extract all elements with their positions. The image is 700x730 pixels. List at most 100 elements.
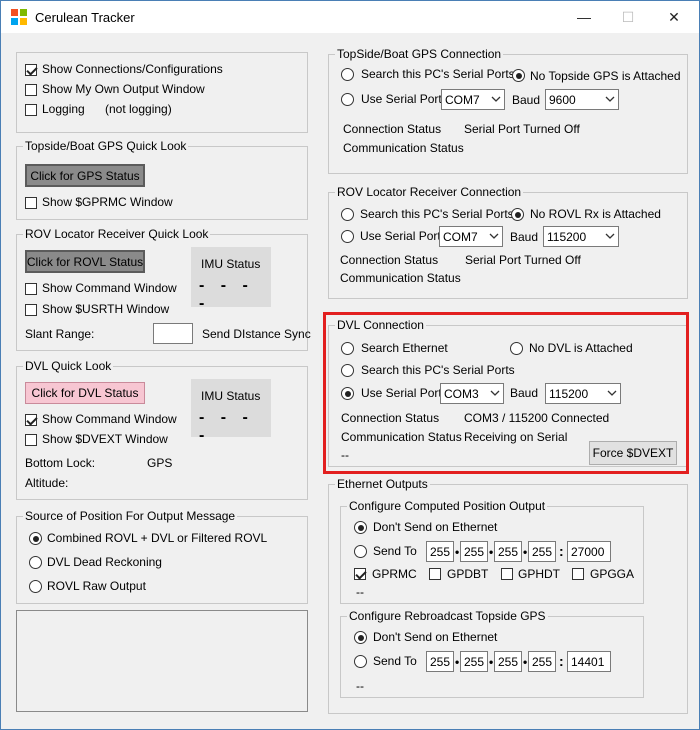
send-distance-sync-label[interactable]: Send DIstance Sync	[202, 327, 311, 341]
rebroadcast-port-field[interactable]: 14401	[567, 651, 611, 672]
rovl-connection-status-value: Serial Port Turned Off	[465, 253, 581, 267]
gps-port-select[interactable]: COM7	[441, 89, 505, 110]
rebroadcast-ip-octet-3[interactable]: 255	[494, 651, 522, 672]
rovl-connection-group: ROV Locator Receiver Connection Search t…	[328, 185, 688, 299]
gpdbt-label: GPDBT	[447, 567, 489, 581]
computed-port-field[interactable]: 27000	[567, 541, 611, 562]
gps-communication-status-label: Communication Status	[343, 141, 464, 155]
rebroadcast-ip-octet-4[interactable]: 255	[528, 651, 556, 672]
ip-separator: •	[523, 545, 528, 559]
port-separator: :	[559, 543, 564, 559]
rovl-none-radio[interactable]	[511, 208, 524, 221]
gps-none-label: No Topside GPS is Attached	[530, 69, 681, 83]
gps-none-radio[interactable]	[512, 69, 525, 82]
rovl-show-command-label: Show Command Window	[42, 281, 177, 295]
gps-baud-label: Baud	[512, 93, 541, 107]
dvl-show-command-checkbox[interactable]	[25, 414, 37, 426]
ip-separator: •	[455, 655, 460, 669]
app-window: Cerulean Tracker — ☐ ✕ Show Connections/…	[0, 0, 700, 730]
output-text-area[interactable]	[16, 610, 308, 712]
gprmc-checkbox[interactable]	[354, 568, 366, 580]
rovl-connection-status-label: Connection Status	[340, 253, 439, 267]
rovl-baud-select[interactable]: 115200	[543, 226, 619, 247]
title-bar: Cerulean Tracker — ☐ ✕	[1, 1, 699, 33]
rebroadcast-ip-octet-1[interactable]: 255	[426, 651, 454, 672]
rovl-quick-look-group: ROV Locator Receiver Quick Look Click fo…	[16, 227, 311, 351]
dvl-connection-highlight	[323, 312, 689, 474]
rebroadcast-gps-group: Configure Rebroadcast Topside GPS Don't …	[340, 609, 644, 698]
rovl-use-port-radio[interactable]	[341, 230, 354, 243]
gps-baud-select[interactable]: 9600	[545, 89, 619, 110]
computed-dont-send-label: Don't Send on Ethernet	[373, 520, 498, 534]
rebroadcast-send-to-radio[interactable]	[354, 655, 367, 668]
show-gprmc-checkbox[interactable]	[25, 197, 37, 209]
gps-use-port-radio[interactable]	[341, 93, 354, 106]
rovl-imu-panel: IMU Status - - - -	[191, 247, 271, 312]
show-output-window-label: Show My Own Output Window	[42, 82, 205, 96]
position-source-option-combined: Combined ROVL + DVL or Filtered ROVL	[47, 531, 268, 545]
rebroadcast-dont-send-radio[interactable]	[354, 631, 367, 644]
gps-quick-look-group: Topside/Boat GPS Quick Look Click for GP…	[16, 139, 308, 220]
rovl-port-select[interactable]: COM7	[439, 226, 503, 247]
dvl-status-button[interactable]: Click for DVL Status	[25, 382, 145, 404]
chevron-down-icon	[605, 233, 615, 239]
gps-search-label: Search this PC's Serial Ports	[361, 67, 515, 81]
dvl-show-command-label: Show Command Window	[42, 412, 177, 426]
show-dvext-label: Show $DVEXT Window	[42, 432, 168, 446]
show-output-window-checkbox[interactable]	[25, 84, 37, 96]
position-source-title: Source of Position For Output Message	[23, 509, 238, 523]
gphdt-checkbox[interactable]	[501, 568, 513, 580]
dvl-imu-panel: IMU Status - - - -	[191, 379, 271, 444]
gpgga-label: GPGGA	[590, 567, 635, 581]
computed-send-to-label: Send To	[373, 544, 417, 558]
position-source-radio-combined[interactable]	[29, 532, 42, 545]
computed-ip-octet-3[interactable]: 255	[494, 541, 522, 562]
chevron-down-icon	[491, 96, 501, 102]
altitude-label: Altitude:	[25, 476, 69, 490]
maximize-button[interactable]: ☐	[605, 1, 651, 33]
gpdbt-checkbox[interactable]	[429, 568, 441, 580]
minimize-button[interactable]: —	[561, 1, 607, 33]
logging-status: (not logging)	[105, 102, 172, 116]
computed-dont-send-radio[interactable]	[354, 521, 367, 534]
computed-ip-octet-1[interactable]: 255	[426, 541, 454, 562]
computed-ip-octet-4[interactable]: 255	[528, 541, 556, 562]
ip-separator: •	[455, 545, 460, 559]
dvl-quick-look-group: DVL Quick Look Click for DVL Status IMU …	[16, 359, 308, 500]
gps-status-button[interactable]: Click for GPS Status	[25, 164, 145, 187]
logging-checkbox[interactable]	[25, 104, 37, 116]
position-source-group: Source of Position For Output Message Co…	[16, 509, 308, 604]
gps-connection-status-label: Connection Status	[343, 122, 442, 136]
rovl-use-port-label: Use Serial Port	[360, 229, 441, 243]
dvl-quick-look-title: DVL Quick Look	[23, 359, 114, 373]
minimize-icon: —	[577, 9, 591, 25]
rovl-connection-title: ROV Locator Receiver Connection	[335, 185, 524, 199]
computed-output-group: Configure Computed Position Output Don't…	[340, 499, 644, 604]
dvl-imu-value: - - - -	[199, 409, 254, 444]
show-usrth-checkbox[interactable]	[25, 304, 37, 316]
maximize-icon: ☐	[621, 8, 635, 25]
computed-send-to-radio[interactable]	[354, 545, 367, 558]
rebroadcast-ip-octet-2[interactable]: 255	[460, 651, 488, 672]
show-gprmc-label: Show $GPRMC Window	[42, 195, 173, 209]
computed-output-title: Configure Computed Position Output	[347, 499, 548, 513]
rovl-show-command-checkbox[interactable]	[25, 283, 37, 295]
show-dvext-checkbox[interactable]	[25, 434, 37, 446]
gps-search-radio[interactable]	[341, 68, 354, 81]
ethernet-outputs-title: Ethernet Outputs	[335, 477, 430, 491]
rovl-status-button[interactable]: Click for ROVL Status	[25, 250, 145, 273]
ethernet-outputs-group: Ethernet Outputs Configure Computed Posi…	[328, 477, 688, 714]
window-title: Cerulean Tracker	[35, 10, 135, 25]
gpgga-checkbox[interactable]	[572, 568, 584, 580]
slant-range-label: Slant Range:	[25, 327, 95, 341]
position-source-radio-dvl[interactable]	[29, 556, 42, 569]
rovl-none-label: No ROVL Rx is Attached	[530, 207, 661, 221]
computed-ip-octet-2[interactable]: 255	[460, 541, 488, 562]
rovl-imu-label: IMU Status	[201, 257, 261, 271]
close-button[interactable]: ✕	[651, 1, 697, 33]
slant-range-field[interactable]	[153, 323, 193, 344]
ip-separator: •	[489, 545, 494, 559]
position-source-radio-rovl[interactable]	[29, 580, 42, 593]
rovl-search-radio[interactable]	[341, 208, 354, 221]
show-connections-checkbox[interactable]	[25, 64, 37, 76]
